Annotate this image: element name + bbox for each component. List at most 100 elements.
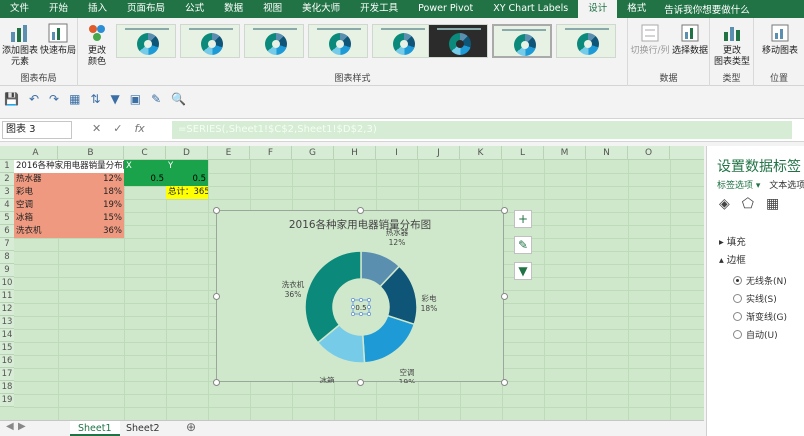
row-header-3[interactable]: 3 bbox=[0, 186, 14, 199]
ribbon-tab-0[interactable]: 文件 bbox=[0, 0, 39, 18]
table-icon[interactable]: ▦ bbox=[69, 92, 80, 106]
row-header-10[interactable]: 10 bbox=[0, 277, 14, 290]
slice-category-label-1[interactable]: 彩电 bbox=[422, 293, 437, 303]
column-header-c[interactable]: C bbox=[124, 146, 166, 160]
ribbon-tab-11[interactable]: 设计 bbox=[578, 0, 618, 18]
border-section[interactable]: ▴ 边框 bbox=[719, 252, 746, 266]
column-header-k[interactable]: K bbox=[460, 146, 502, 160]
slice-category-label-3[interactable]: 冰箱 bbox=[320, 375, 335, 383]
tell-me-search[interactable]: 告诉我你想要做什么 bbox=[656, 2, 750, 16]
slice-category-label-4[interactable]: 洗衣机 bbox=[282, 279, 305, 289]
cell-percent-1[interactable]: 18% bbox=[58, 186, 124, 199]
row-header-7[interactable]: 7 bbox=[0, 238, 14, 251]
center-label-handle[interactable] bbox=[367, 305, 371, 309]
save-icon[interactable]: 💾 bbox=[4, 92, 19, 106]
ribbon-tab-7[interactable]: 美化大师 bbox=[292, 0, 350, 18]
row-header-8[interactable]: 8 bbox=[0, 251, 14, 264]
ribbon-tab-8[interactable]: 开发工具 bbox=[350, 0, 408, 18]
row-header-11[interactable]: 11 bbox=[0, 290, 14, 303]
move-chart-button[interactable]: 移动图表 bbox=[758, 22, 802, 57]
center-label-handle[interactable] bbox=[351, 312, 355, 316]
cell-category-2[interactable]: 空调 bbox=[14, 199, 58, 212]
add-sheet-icon[interactable]: ⊕ bbox=[186, 420, 196, 434]
name-box[interactable]: 图表 3 bbox=[2, 121, 72, 139]
slice-category-label-2[interactable]: 空调 bbox=[400, 367, 415, 377]
center-label-handle[interactable] bbox=[367, 298, 371, 302]
column-header-m[interactable]: M bbox=[544, 146, 586, 160]
slice-category-label-0[interactable]: 热水器 bbox=[386, 227, 409, 237]
row-header-9[interactable]: 9 bbox=[0, 264, 14, 277]
radio-gradient-line[interactable]: 渐变线(G) bbox=[733, 310, 787, 323]
donut-chart[interactable]: 2016各种家用电器销量分布图 热水器12%彩电18%空调19%冰箱15%洗衣机… bbox=[213, 207, 508, 386]
ribbon-tab-6[interactable]: 视图 bbox=[253, 0, 292, 18]
cell-percent-0[interactable]: 12% bbox=[58, 173, 124, 186]
column-header-a[interactable]: A bbox=[14, 146, 58, 160]
label-options-tab[interactable]: 标签选项 ▾ bbox=[717, 181, 760, 191]
fill-line-icon[interactable]: ◈ bbox=[719, 196, 730, 212]
text-options-tab[interactable]: 文本选项 bbox=[769, 181, 804, 191]
fx-icon[interactable]: fx bbox=[134, 122, 144, 135]
row-header-13[interactable]: 13 bbox=[0, 316, 14, 329]
cell-percent-3[interactable]: 15% bbox=[58, 212, 124, 225]
quick-layout-button[interactable]: 快速布局 bbox=[40, 22, 76, 57]
size-properties-icon[interactable]: ▦ bbox=[766, 196, 779, 212]
chart-style-4[interactable] bbox=[308, 24, 368, 58]
row-header-5[interactable]: 5 bbox=[0, 212, 14, 225]
radio-solid-line[interactable]: 实线(S) bbox=[733, 292, 777, 305]
fill-section[interactable]: ▸ 填充 bbox=[719, 234, 746, 248]
filter-icon[interactable]: ▼ bbox=[110, 92, 119, 106]
column-header-l[interactable]: L bbox=[502, 146, 544, 160]
format-painter-icon[interactable]: ✎ bbox=[151, 92, 161, 106]
chart-resize-handle[interactable] bbox=[501, 207, 508, 214]
next-sheet-icon[interactable]: ▶ bbox=[18, 421, 26, 432]
row-header-4[interactable]: 4 bbox=[0, 199, 14, 212]
center-label-handle[interactable] bbox=[351, 298, 355, 302]
cell-percent-4[interactable]: 36% bbox=[58, 225, 124, 238]
center-label-handle[interactable] bbox=[359, 298, 363, 302]
chart-elements-button[interactable]: + bbox=[514, 210, 532, 228]
chart-style-1[interactable] bbox=[116, 24, 176, 58]
column-header-n[interactable]: N bbox=[586, 146, 628, 160]
cell-percent-2[interactable]: 19% bbox=[58, 199, 124, 212]
print-preview-icon[interactable]: 🔍 bbox=[171, 92, 186, 106]
change-colors-button[interactable]: 更改 颜色 bbox=[82, 22, 112, 68]
select-data-button[interactable]: 选择数据 bbox=[670, 22, 710, 57]
change-chart-type-button[interactable]: 更改 图表类型 bbox=[712, 22, 752, 68]
ribbon-tab-2[interactable]: 插入 bbox=[78, 0, 117, 18]
chart-style-6[interactable] bbox=[428, 24, 488, 58]
cell-d2[interactable]: 0.5 bbox=[166, 173, 208, 186]
worksheet[interactable]: ABCDEFGHIJKLMNO 1 2 3 4 5 6 7 8 9 10 11 12 13 14 15 16 1… bbox=[0, 146, 704, 420]
slice-percent-label-4[interactable]: 36% bbox=[285, 290, 302, 299]
effects-icon[interactable]: ⬠ bbox=[742, 196, 754, 212]
row-header-15[interactable]: 15 bbox=[0, 342, 14, 355]
column-header-h[interactable]: H bbox=[334, 146, 376, 160]
cell-category-1[interactable]: 彩电 bbox=[14, 186, 58, 199]
sheet-tab-sheet2[interactable]: Sheet2 bbox=[118, 421, 168, 436]
chart-resize-handle[interactable] bbox=[213, 293, 220, 300]
slice-percent-label-1[interactable]: 18% bbox=[421, 304, 438, 313]
cancel-icon[interactable]: ✕ bbox=[92, 122, 101, 135]
chart-resize-handle[interactable] bbox=[501, 293, 508, 300]
column-header-g[interactable]: G bbox=[292, 146, 334, 160]
donut-slice-2[interactable] bbox=[361, 314, 416, 364]
center-label-handle[interactable] bbox=[359, 312, 363, 316]
chart-style-3[interactable] bbox=[244, 24, 304, 58]
chart-resize-handle[interactable] bbox=[357, 379, 364, 386]
column-header-j[interactable]: J bbox=[418, 146, 460, 160]
switch-row-column-button[interactable]: 切换行/列 bbox=[630, 22, 670, 57]
row-header-2[interactable]: 2 bbox=[0, 173, 14, 186]
row-header-19[interactable]: 19 bbox=[0, 394, 14, 407]
chart-styles-button[interactable]: ✎ bbox=[514, 236, 532, 254]
cell-category-4[interactable]: 洗衣机 bbox=[14, 225, 58, 238]
ribbon-tab-3[interactable]: 页面布局 bbox=[117, 0, 175, 18]
center-label-handle[interactable] bbox=[367, 312, 371, 316]
column-header-o[interactable]: O bbox=[628, 146, 670, 160]
undo-icon[interactable]: ↶ bbox=[29, 92, 39, 106]
cell-a1[interactable]: 2016各种家用电器销量分布图 bbox=[14, 160, 124, 173]
chart-resize-handle[interactable] bbox=[357, 207, 364, 214]
prev-sheet-icon[interactable]: ◀ bbox=[6, 421, 14, 432]
cell-total[interactable]: 总计：3650 bbox=[166, 186, 208, 199]
row-header-17[interactable]: 17 bbox=[0, 368, 14, 381]
confirm-icon[interactable]: ✓ bbox=[113, 122, 122, 135]
chart-resize-handle[interactable] bbox=[213, 207, 220, 214]
